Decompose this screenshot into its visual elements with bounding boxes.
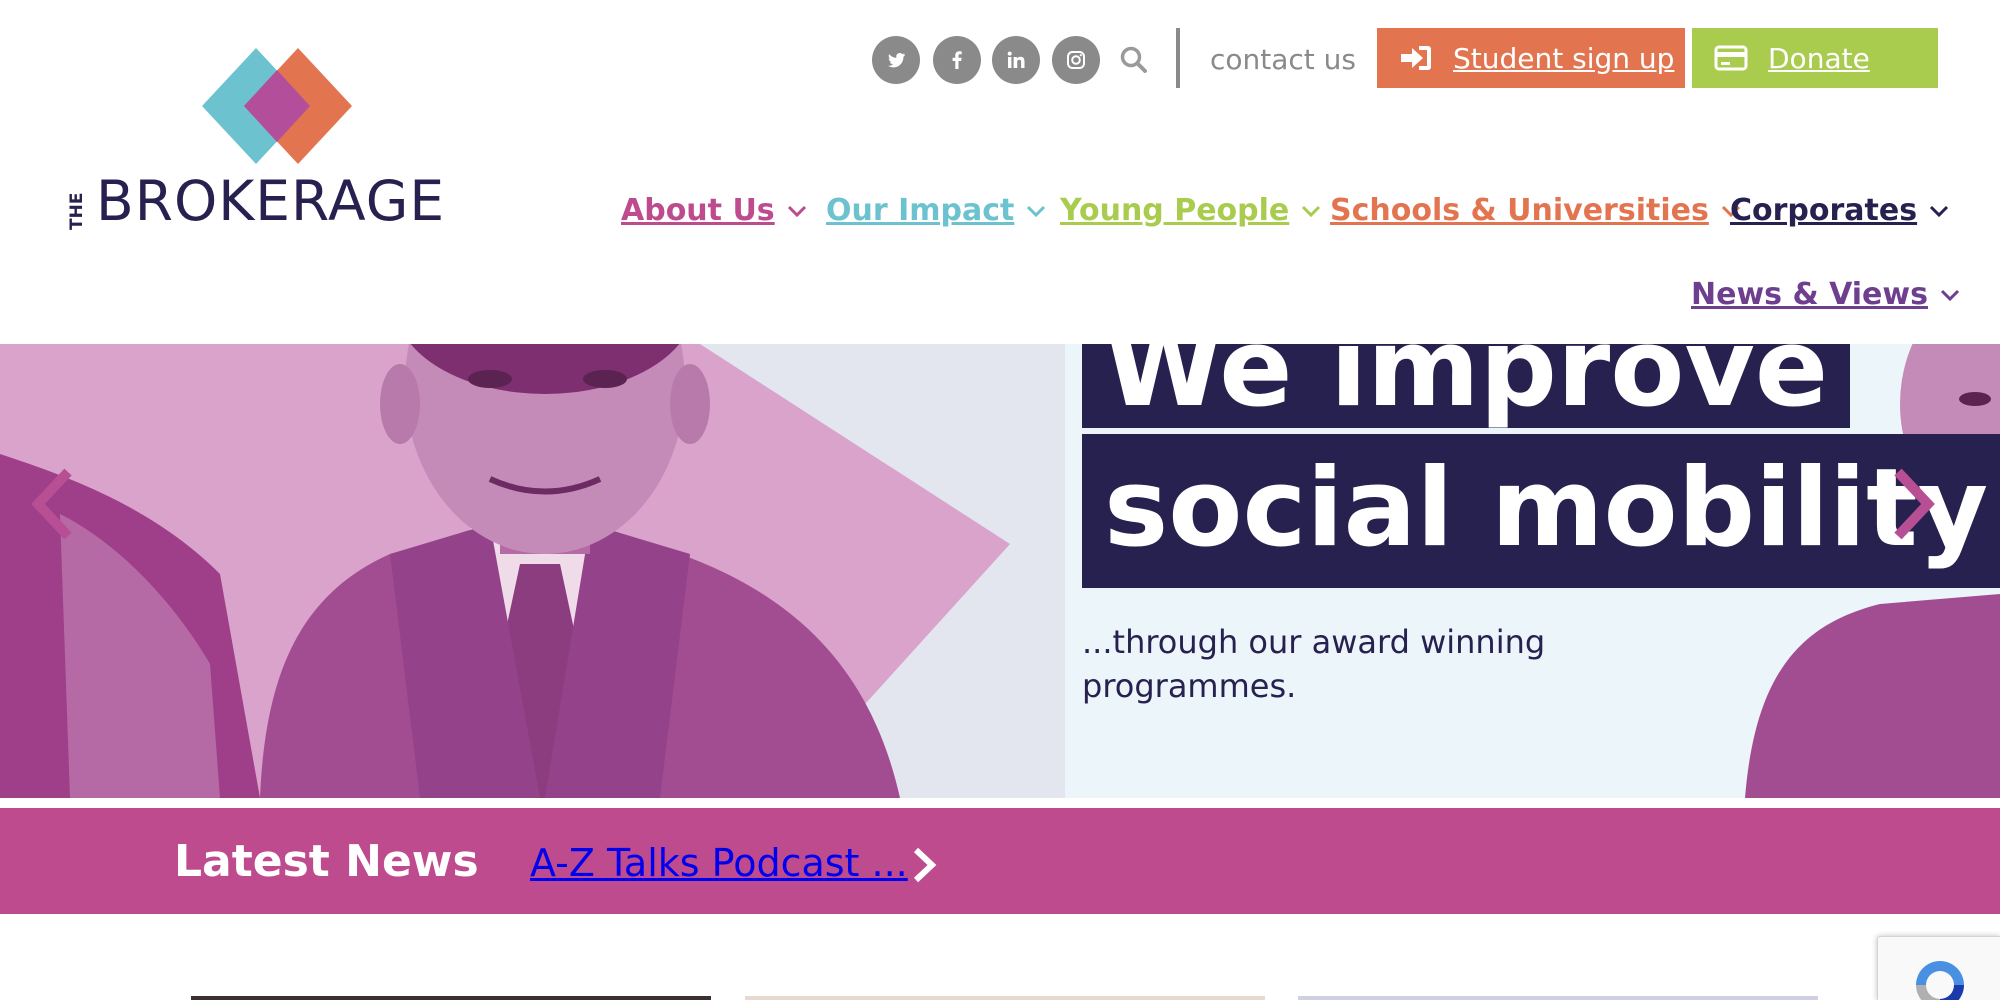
student-sign-up-button[interactable]: Student sign up	[1377, 28, 1685, 88]
nav-our-impact-label: Our Impact	[826, 193, 1015, 228]
instagram-link[interactable]	[1052, 36, 1100, 84]
topbar-divider	[1176, 28, 1180, 88]
nav-corporates-label: Corporates	[1730, 193, 1918, 228]
chevron-right-icon[interactable]	[910, 846, 938, 884]
donate-button[interactable]: Donate	[1692, 28, 1938, 88]
chevron-down-icon	[1027, 205, 1046, 218]
contact-us-link[interactable]: contact us	[1210, 42, 1356, 78]
chevron-down-icon	[1302, 205, 1321, 218]
facebook-link[interactable]	[933, 36, 981, 84]
nav-young-people[interactable]: Young People	[1060, 191, 1321, 231]
chevron-down-icon	[1930, 205, 1949, 218]
latest-news-bar: Latest News A-Z Talks Podcast ...	[0, 808, 2000, 914]
news-card-thumbnail[interactable]	[191, 996, 711, 1000]
nav-about-us[interactable]: About Us	[621, 191, 807, 231]
logo-prefix: THE	[67, 193, 87, 230]
hero-carousel: We improve social mobility ...through ou…	[0, 344, 2000, 798]
carousel-prev-arrow-icon[interactable]	[28, 464, 76, 544]
nav-schools-universities-label: Schools & Universities	[1330, 193, 1709, 228]
instagram-icon	[1067, 51, 1085, 69]
donate-label: Donate	[1768, 41, 1870, 75]
facebook-icon	[952, 51, 962, 69]
hero-headline-line2: social mobility	[1082, 434, 2000, 588]
hero-subtext: ...through our award winning programmes.	[1082, 623, 1546, 705]
twitter-link[interactable]	[872, 36, 920, 84]
nav-schools-universities[interactable]: Schools & Universities	[1330, 191, 1741, 231]
latest-news-title: Latest News	[174, 836, 479, 887]
nav-news-views[interactable]: News & Views	[1691, 275, 1960, 315]
nav-young-people-label: Young People	[1060, 193, 1290, 228]
latest-news-item[interactable]: A-Z Talks Podcast ...	[530, 838, 908, 888]
chevron-down-icon	[1940, 289, 1960, 302]
news-card-thumbnail[interactable]	[745, 996, 1265, 1000]
linkedin-link[interactable]	[992, 36, 1040, 84]
recaptcha-badge[interactable]	[1877, 936, 2000, 1000]
nav-about-us-label: About Us	[621, 193, 775, 228]
nav-news-views-label: News & Views	[1691, 277, 1928, 312]
news-card-thumbnail[interactable]	[1298, 996, 1818, 1000]
chevron-down-icon	[787, 205, 806, 218]
site-header: BROKERAGE THE contact us Student sign up…	[0, 0, 2000, 344]
search-icon[interactable]	[1118, 44, 1150, 76]
nav-corporates[interactable]: Corporates	[1730, 191, 1949, 231]
carousel-next-arrow-icon[interactable]	[1890, 464, 1938, 544]
linkedin-icon	[1007, 51, 1025, 68]
hero-headline-line1: We improve	[1082, 344, 1851, 428]
student-sign-up-label: Student sign up	[1453, 41, 1675, 75]
recaptcha-icon	[1916, 961, 1964, 1000]
twitter-icon	[888, 53, 905, 68]
svg-text:THE: THE	[67, 193, 87, 230]
logo-wordmark: BROKERAGE	[96, 169, 446, 233]
nav-our-impact[interactable]: Our Impact	[826, 191, 1046, 231]
credit-card-icon	[1714, 45, 1748, 71]
sign-in-icon	[1401, 46, 1431, 70]
